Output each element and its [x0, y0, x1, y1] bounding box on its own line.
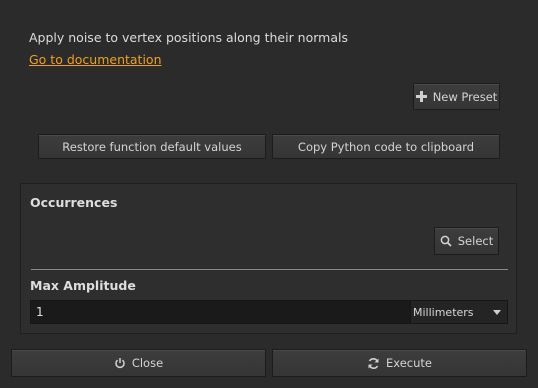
max-amplitude-title: Max Amplitude: [30, 278, 136, 293]
documentation-link[interactable]: Go to documentation: [29, 52, 162, 67]
close-label: Close: [131, 356, 164, 370]
refresh-icon: [367, 357, 380, 370]
restore-defaults-button[interactable]: Restore function default values: [38, 134, 266, 159]
search-icon: [440, 235, 452, 247]
section-divider: [31, 269, 508, 270]
max-amplitude-input[interactable]: 1: [30, 300, 411, 324]
occurrences-title: Occurrences: [30, 195, 118, 210]
unit-value: Millimeters: [413, 305, 474, 319]
copy-python-button[interactable]: Copy Python code to clipboard: [272, 134, 500, 159]
unit-select[interactable]: Millimeters: [410, 300, 508, 324]
new-preset-label: New Preset: [432, 89, 498, 104]
select-occurrences-button[interactable]: Select: [434, 227, 499, 255]
execute-label: Execute: [386, 356, 432, 370]
parameters-panel: Occurrences Select Max Amplitude 1 Milli…: [20, 183, 517, 334]
plus-icon: [415, 91, 427, 102]
copy-python-label: Copy Python code to clipboard: [297, 139, 475, 154]
execute-button[interactable]: Execute: [272, 349, 527, 377]
power-icon: [114, 357, 126, 369]
select-label: Select: [457, 234, 494, 248]
new-preset-button[interactable]: New Preset: [413, 83, 500, 110]
function-description: Apply noise to vertex positions along th…: [29, 30, 348, 45]
close-button[interactable]: Close: [11, 349, 266, 377]
chevron-down-icon: [493, 310, 501, 315]
restore-defaults-label: Restore function default values: [62, 139, 242, 154]
